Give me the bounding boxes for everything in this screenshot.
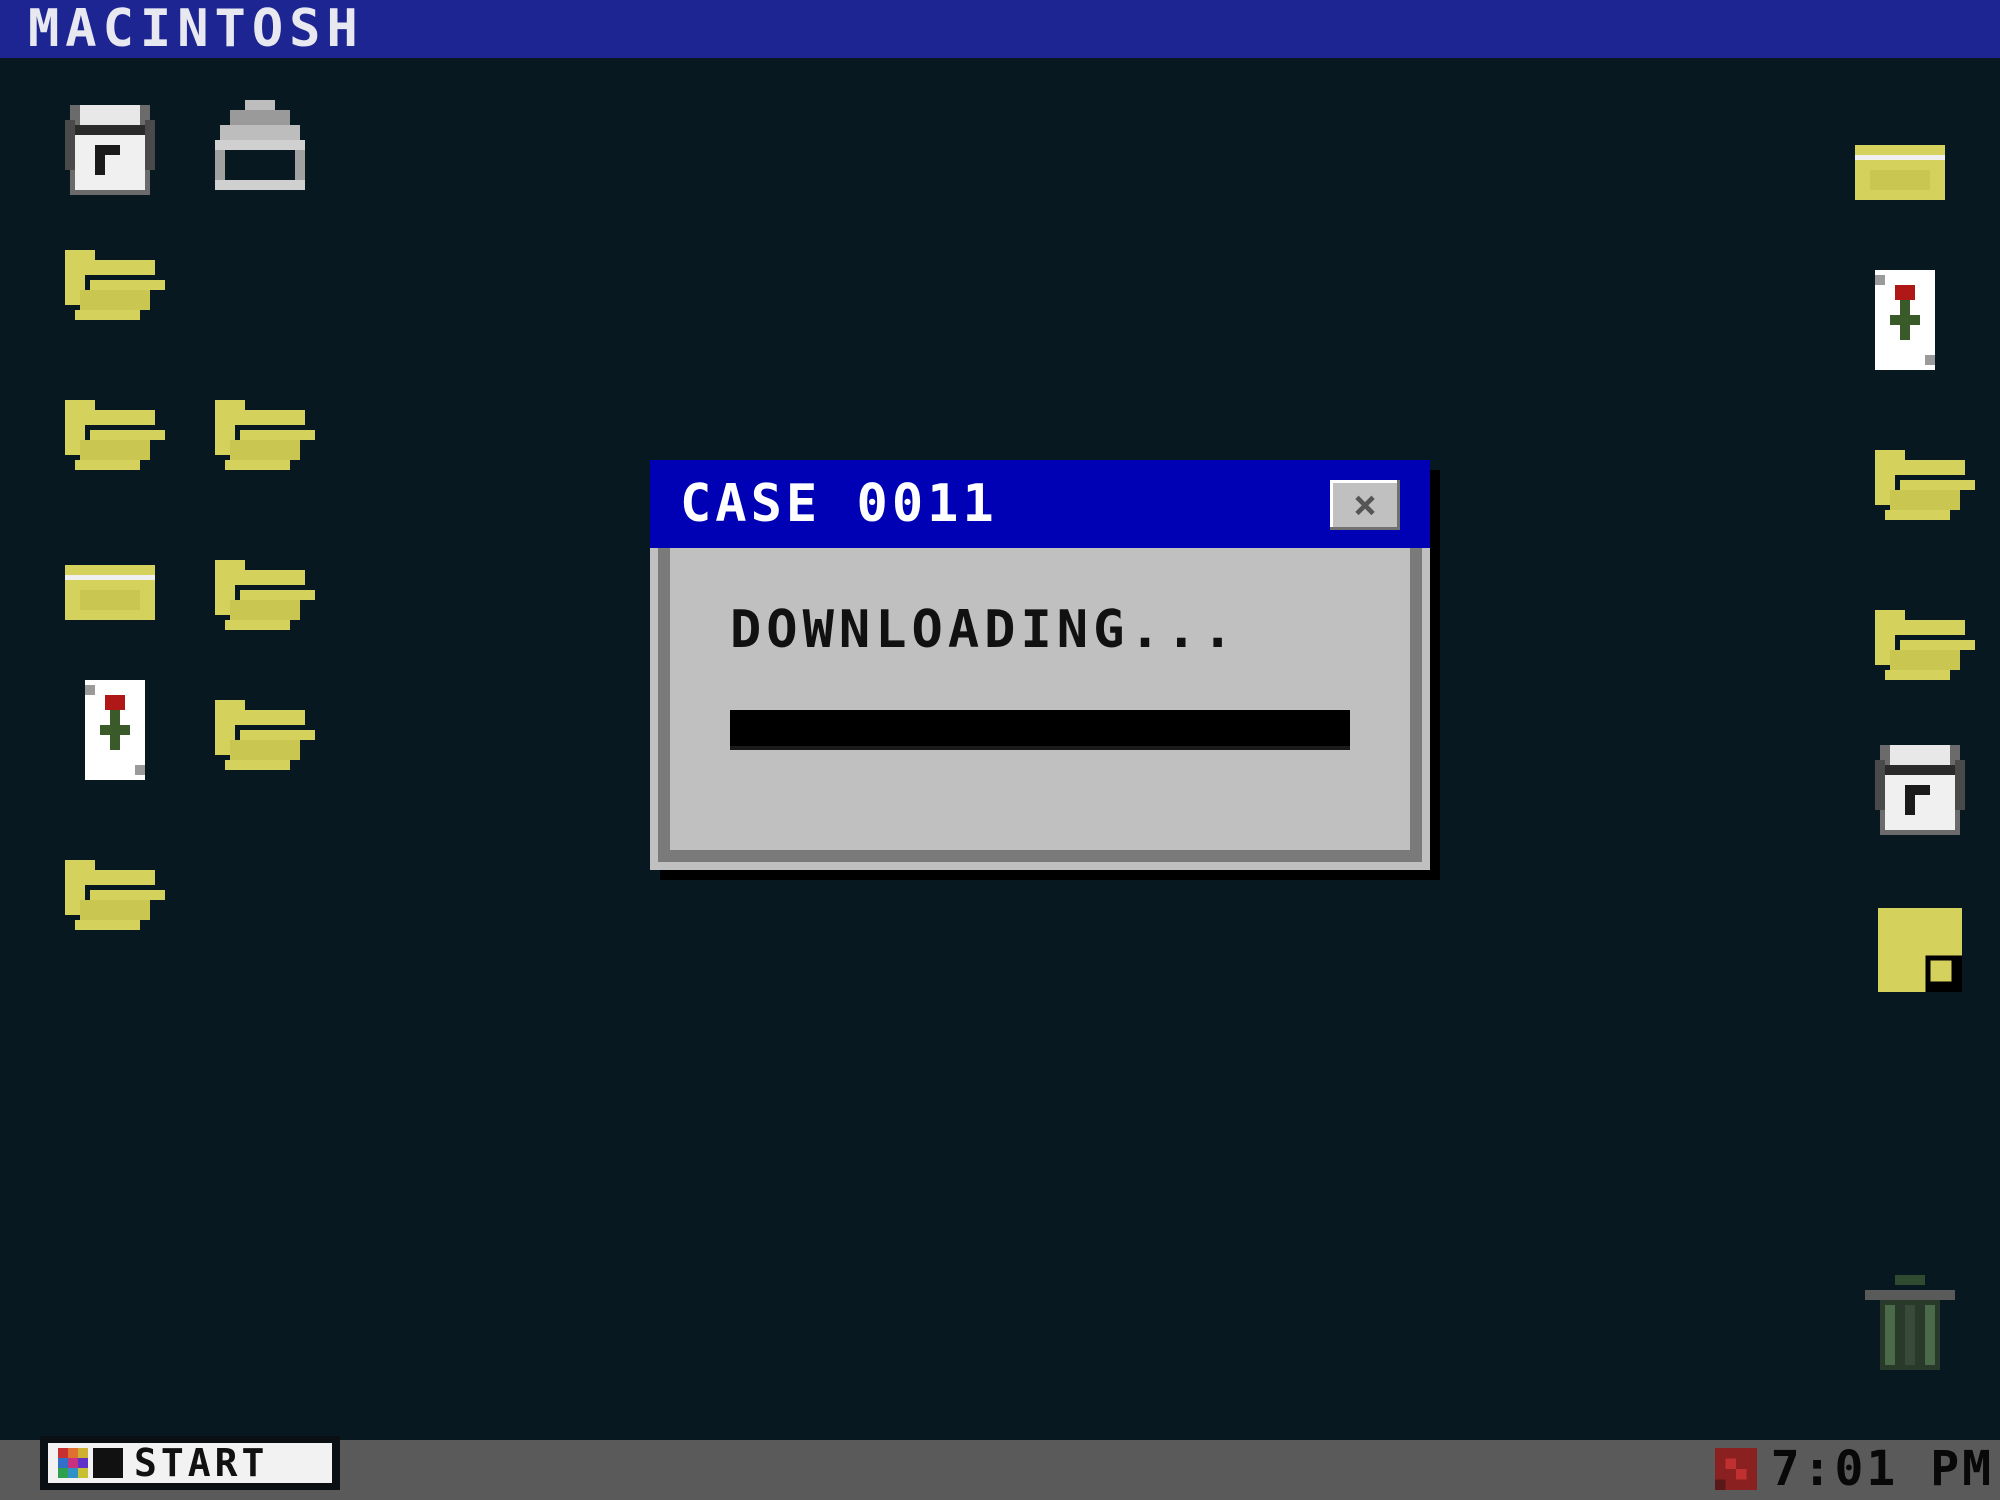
download-dialog: CASE 0011 × DOWNLOADING... xyxy=(650,460,1430,870)
open-folder-icon[interactable] xyxy=(215,545,315,645)
trash-can-icon[interactable] xyxy=(1860,1275,1960,1375)
closed-folder-icon[interactable] xyxy=(1855,125,1955,225)
open-folder-icon[interactable] xyxy=(1875,595,1975,695)
system-clock[interactable]: 7:01 PM xyxy=(1714,1441,1994,1497)
dialog-body xyxy=(658,548,1422,862)
progress-bar-fill xyxy=(730,710,1350,750)
floppy-disk-icon[interactable] xyxy=(60,100,160,200)
clock-time: 7:01 PM xyxy=(1770,1441,1994,1497)
network-status-icon xyxy=(1714,1448,1757,1490)
top-menu-bar: MACINTOSH xyxy=(0,0,2000,58)
sticky-note-icon[interactable] xyxy=(1870,900,1970,1000)
close-icon: × xyxy=(1352,482,1378,528)
open-folder-icon[interactable] xyxy=(65,235,165,335)
dialog-title: CASE 0011 xyxy=(680,474,998,534)
open-folder-icon[interactable] xyxy=(1875,435,1975,535)
open-folder-icon[interactable] xyxy=(215,685,315,785)
floppy-disk-icon[interactable] xyxy=(1870,740,1970,840)
open-folder-icon[interactable] xyxy=(215,385,315,485)
open-folder-icon[interactable] xyxy=(65,385,165,485)
closed-folder-icon[interactable] xyxy=(65,545,165,645)
open-folder-icon[interactable] xyxy=(65,845,165,945)
menu-bar-title: MACINTOSH xyxy=(28,0,364,59)
start-button[interactable]: START xyxy=(40,1436,340,1490)
dialog-title-bar[interactable]: CASE 0011 × xyxy=(650,460,1430,548)
rose-card-icon[interactable] xyxy=(65,680,165,780)
start-logo-icon xyxy=(48,1443,128,1483)
rose-card-icon[interactable] xyxy=(1855,270,1955,370)
progress-bar xyxy=(730,710,1350,750)
start-label: START xyxy=(134,1441,269,1485)
status-message: DOWNLOADING... xyxy=(730,600,1239,660)
printer-icon[interactable] xyxy=(210,100,310,200)
close-button[interactable]: × xyxy=(1330,480,1400,530)
